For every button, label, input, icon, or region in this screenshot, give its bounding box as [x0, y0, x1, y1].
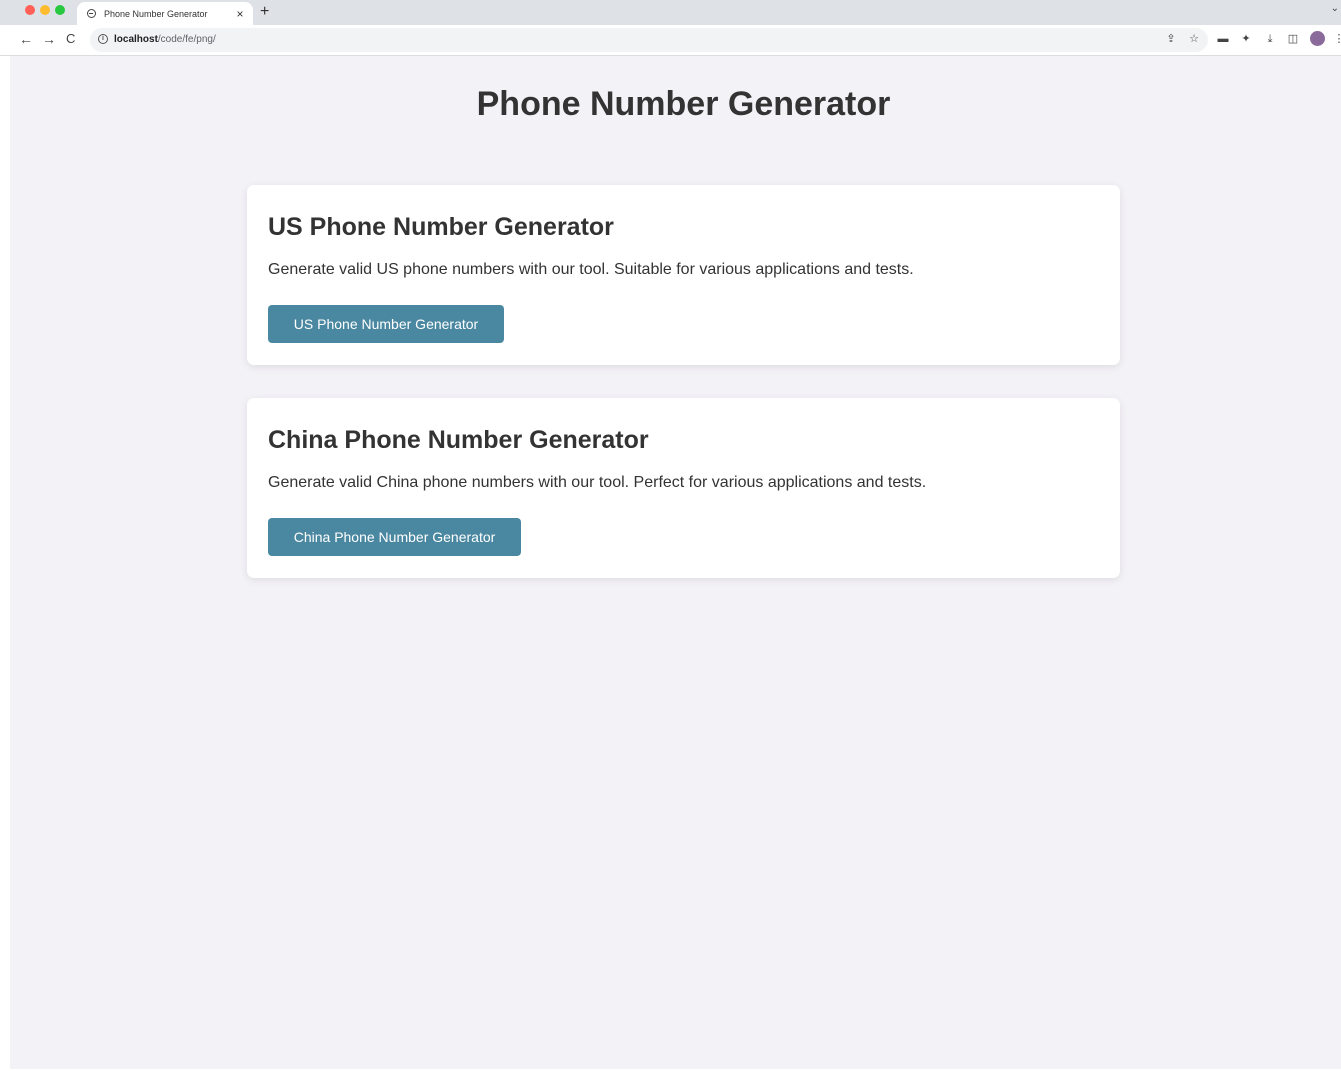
tab-title: Phone Number Generator [104, 8, 208, 19]
info-icon[interactable]: i [98, 34, 108, 44]
tab-search-icon[interactable]: ⌄ [1331, 3, 1339, 14]
page-viewport: Phone Number Generator US Phone Number G… [10, 56, 1341, 1069]
browser-tabstrip: Phone Number Generator × + ⌄ [0, 0, 1341, 25]
card-title: China Phone Number Generator [268, 426, 649, 454]
browser-tab[interactable]: Phone Number Generator × [77, 2, 253, 25]
download-icon[interactable]: ⤓ [1264, 33, 1276, 45]
share-icon[interactable]: ⇪ [1165, 33, 1177, 45]
china-generator-card: China Phone Number Generator Generate va… [247, 398, 1120, 578]
card-description: Generate valid US phone numbers with our… [268, 261, 914, 278]
puzzle-icon[interactable]: ✦ [1240, 33, 1252, 45]
us-generator-button[interactable]: US Phone Number Generator [268, 305, 504, 343]
minimize-window-button[interactable] [40, 5, 50, 15]
menu-icon[interactable]: ⋮ [1333, 33, 1341, 45]
back-button[interactable]: ← [19, 31, 33, 47]
address-bar[interactable]: i localhost/code/fe/png/ [90, 28, 1208, 52]
card-description: Generate valid China phone numbers with … [268, 474, 927, 491]
close-tab-icon[interactable]: × [233, 7, 247, 21]
china-generator-button[interactable]: China Phone Number Generator [268, 518, 521, 556]
close-window-button[interactable] [25, 5, 35, 15]
forward-button[interactable]: → [42, 31, 56, 47]
extension-icon[interactable]: ▬ [1217, 33, 1229, 45]
star-icon[interactable]: ☆ [1188, 33, 1200, 45]
browser-toolbar: ← → C i localhost/code/fe/png/ ⇪ ☆ ▬ ✦ ⤓… [0, 25, 1341, 56]
globe-icon [87, 9, 96, 18]
url-text[interactable]: localhost/code/fe/png/ [114, 34, 216, 45]
new-tab-button[interactable]: + [260, 3, 269, 21]
card-title: US Phone Number Generator [268, 213, 614, 241]
reload-button[interactable]: C [66, 31, 75, 47]
avatar[interactable] [1310, 31, 1325, 46]
page-title: Phone Number Generator [476, 85, 891, 123]
us-generator-card: US Phone Number Generator Generate valid… [247, 185, 1120, 365]
url-path: /code/fe/png/ [157, 34, 216, 45]
sidepanel-icon[interactable]: ◫ [1287, 33, 1299, 45]
maximize-window-button[interactable] [55, 5, 65, 15]
url-host: localhost [114, 34, 158, 45]
